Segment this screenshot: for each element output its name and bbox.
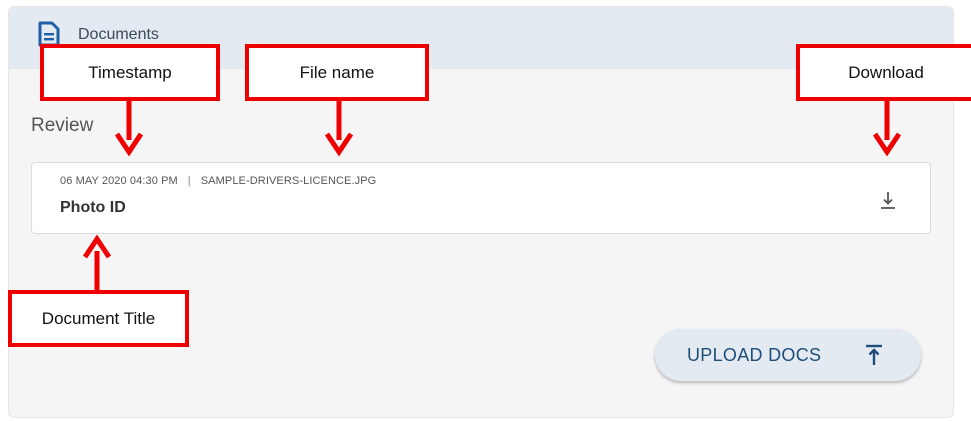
document-title-arrow — [82, 234, 112, 293]
upload-docs-label: UPLOAD DOCS — [687, 345, 822, 365]
document-file-name: SAMPLE-DRIVERS-LICENCE.JPG — [200, 175, 377, 187]
download-callout: Download — [796, 44, 971, 101]
file-name-arrow — [324, 100, 354, 157]
download-icon[interactable] — [877, 189, 899, 211]
header-title: Documents — [78, 26, 159, 43]
document-title-callout: Document Title — [8, 290, 189, 347]
meta-separator: | — [187, 175, 191, 187]
upload-icon — [866, 344, 882, 365]
upload-docs-button[interactable]: UPLOAD DOCS — [655, 329, 921, 381]
file-name-callout: File name — [245, 44, 429, 101]
document-meta: 06 MAY 2020 04:30 PM | SAMPLE-DRIVERS-LICE… — [60, 175, 376, 187]
document-timestamp: 06 MAY 2020 04:30 PM — [60, 175, 178, 187]
document-title: Photo ID — [60, 199, 126, 216]
timestamp-arrow — [114, 100, 144, 157]
section-label: Review — [31, 115, 94, 136]
document-item[interactable]: 06 MAY 2020 04:30 PM | SAMPLE-DRIVERS-LICE… — [31, 162, 931, 234]
timestamp-callout: Timestamp — [40, 44, 220, 101]
download-arrow — [872, 100, 902, 157]
